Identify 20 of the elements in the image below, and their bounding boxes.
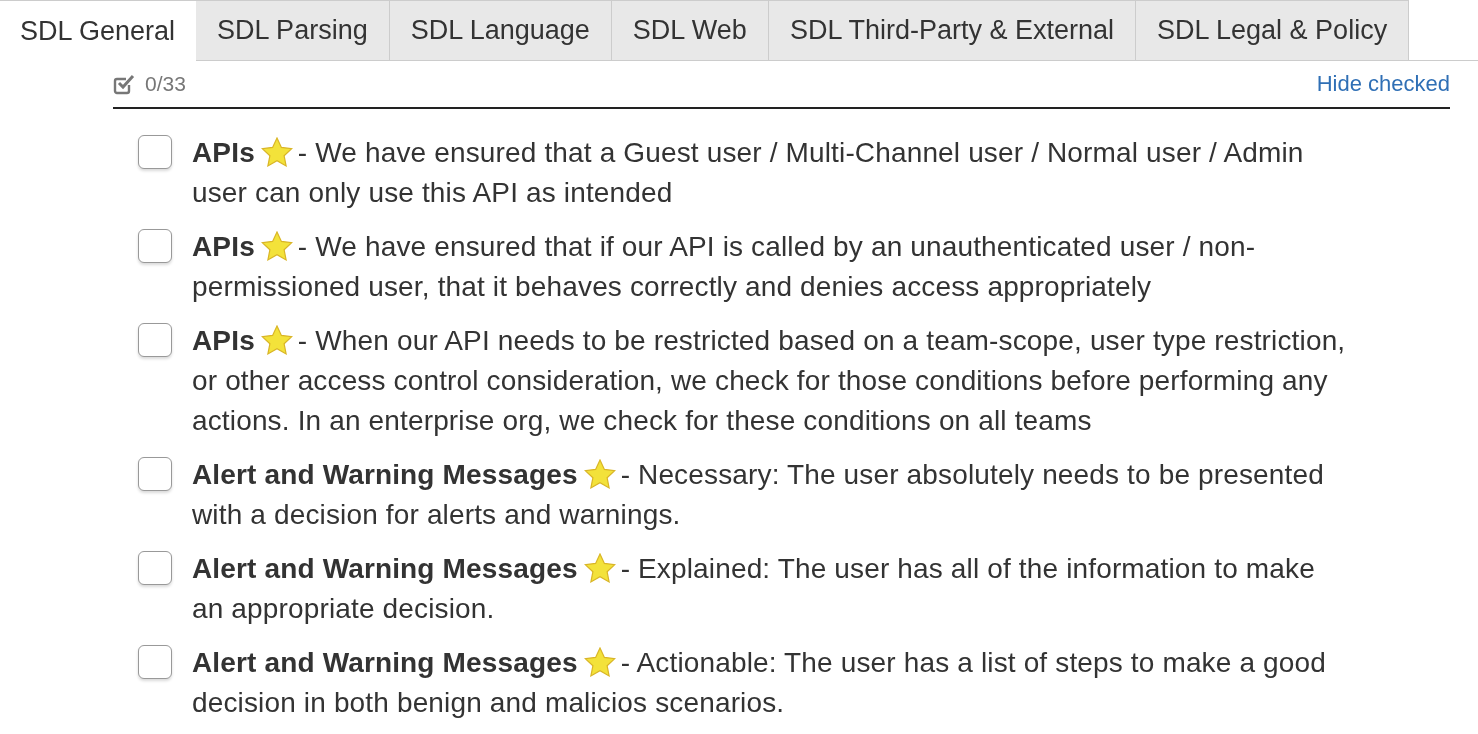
item-text: Alert and Warning Messages - Necessary: The user absolutely needs to be presented with a decision for alerts and warnings.	[192, 458, 1325, 532]
item-text: APIs - We have ensured that if our API is called by an unauthenticated user / non-permissioned user, that it behaves correctly and denies access appropriately	[192, 230, 1257, 304]
progress-count: 0/33	[145, 72, 186, 96]
item-text: APIs - When our API needs to be restricted based on a team-scope, user type restriction, or other access control consideration, we check for those conditions before performing any actions. In an enterprise org, we check for these conditions on all teams	[192, 324, 1347, 438]
checkbox[interactable]	[138, 229, 172, 263]
tab[interactable]: SDL Web	[611, 0, 769, 61]
checkbox[interactable]	[138, 551, 172, 585]
checkbox[interactable]	[138, 135, 172, 169]
checkbox[interactable]	[138, 645, 172, 679]
tab[interactable]: SDL Third-Party & External	[768, 0, 1136, 61]
tab[interactable]: SDL Legal & Policy	[1136, 0, 1410, 61]
item-text: Alert and Warning Messages - Explained: The user has all of the information to make an appropriate decision.	[192, 552, 1316, 626]
hide-checked-link[interactable]: Hide checked	[1316, 71, 1450, 97]
item-text: Alert and Warning Messages - Actionable: The user has a list of steps to make a good decision in both benign and malicios scenarios.	[192, 646, 1327, 720]
tab[interactable]: SDL Parsing	[196, 0, 390, 61]
checkbox[interactable]	[138, 323, 172, 357]
checkbox-icon	[113, 73, 135, 95]
tab[interactable]: SDL Language	[389, 0, 612, 61]
checkbox[interactable]	[138, 457, 172, 491]
item-text: APIs - We have ensured that a Guest user / Multi-Channel user / Normal user / Admin user can only use this API as intended	[192, 136, 1305, 210]
